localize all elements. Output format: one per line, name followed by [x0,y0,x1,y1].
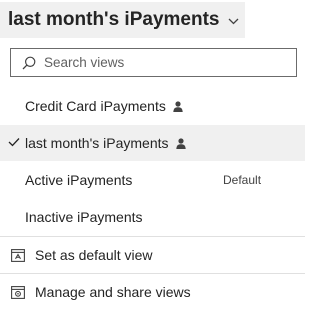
view-item-inactive-ipayments[interactable]: Inactive iPayments [0,199,305,235]
set-as-default-view-button[interactable]: Set as default view [0,237,305,273]
view-item-label: last month's iPayments [25,135,186,151]
person-icon [175,138,186,149]
view-item-label: Active iPayments [25,172,133,188]
chevron-down-icon [228,18,239,25]
view-item-last-months-ipayments[interactable]: last month's iPayments [0,125,305,161]
view-selector-button[interactable]: last month's iPayments [0,2,245,38]
person-icon [173,101,183,112]
view-item-label: Credit Card iPayments [25,98,183,114]
search-icon [22,56,36,70]
manage-and-share-views-label: Manage and share views [35,284,191,300]
checkmark-icon [8,137,20,147]
view-item-label: Inactive iPayments [25,209,143,225]
view-item-credit-card-ipayments[interactable]: Credit Card iPayments [0,88,305,124]
view-item-active-ipayments[interactable]: Active iPayments Default [0,162,305,198]
search-views-input[interactable] [44,55,274,70]
set-as-default-view-label: Set as default view [35,247,153,263]
default-view-icon [11,248,25,262]
search-views-box[interactable] [10,48,297,77]
manage-and-share-views-button[interactable]: Manage and share views [0,274,305,310]
default-badge: Default [223,173,262,187]
manage-views-icon [11,285,25,299]
view-title: last month's iPayments [8,9,220,30]
